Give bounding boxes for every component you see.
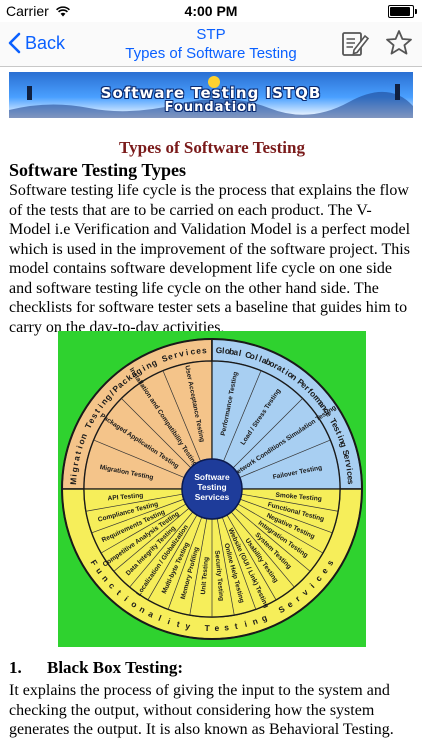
back-label: Back bbox=[25, 32, 66, 53]
testing-services-diagram: Mi g r a t i o n Te s t i n g / Pa c k a g i n g Se r v i c e s Gl o b a l… bbox=[58, 331, 366, 647]
migration-ring-label-char: s bbox=[202, 345, 208, 355]
page-title-line2: Types of Software Testing bbox=[125, 45, 297, 62]
status-bar: Carrier 4:00 PM bbox=[0, 0, 422, 22]
chevron-left-icon bbox=[8, 32, 21, 54]
center-label: Testing bbox=[197, 482, 226, 492]
istqb-banner: Software Testing ISTQB Foundation bbox=[9, 72, 413, 118]
back-button[interactable]: Back bbox=[8, 28, 65, 58]
navigation-bar: Back STP Types of Software Testing bbox=[0, 22, 422, 67]
migration-ring-label-char: M bbox=[68, 477, 78, 485]
global-ring-label-char: s bbox=[346, 479, 356, 484]
sub-heading: Software Testing Types bbox=[9, 160, 187, 180]
favorite-button[interactable] bbox=[384, 28, 414, 58]
battery-icon bbox=[388, 5, 417, 18]
page-title-line1: STP bbox=[196, 26, 226, 43]
battery-fill bbox=[390, 7, 410, 16]
page-title: STP Types of Software Testing bbox=[90, 25, 332, 63]
center-label: Software bbox=[194, 472, 230, 482]
star-icon bbox=[386, 30, 412, 55]
article-content: Types of Software Testing Software Testi… bbox=[9, 138, 415, 337]
functionality-ring-label-char: e bbox=[214, 623, 219, 633]
black-box-title: Black Box Testing: bbox=[47, 658, 184, 677]
intro-paragraph: Software testing life cycle is the proce… bbox=[9, 182, 411, 336]
section-heading: Types of Software Testing bbox=[119, 138, 305, 157]
center-label: Services bbox=[195, 492, 230, 502]
black-box-number: 1. bbox=[9, 658, 22, 677]
notes-button[interactable] bbox=[340, 28, 370, 58]
clock: 4:00 PM bbox=[184, 3, 238, 19]
notes-edit-icon bbox=[342, 32, 370, 56]
banner-subtitle: Foundation bbox=[164, 100, 258, 115]
testing-wheel: MigrationTesting/Packaging Ser v i c e s Gl obal… bbox=[58, 331, 366, 647]
black-box-paragraph: It explains the process of giving the in… bbox=[9, 682, 394, 738]
black-box-heading: 1. Black Box Testing: bbox=[9, 658, 183, 678]
